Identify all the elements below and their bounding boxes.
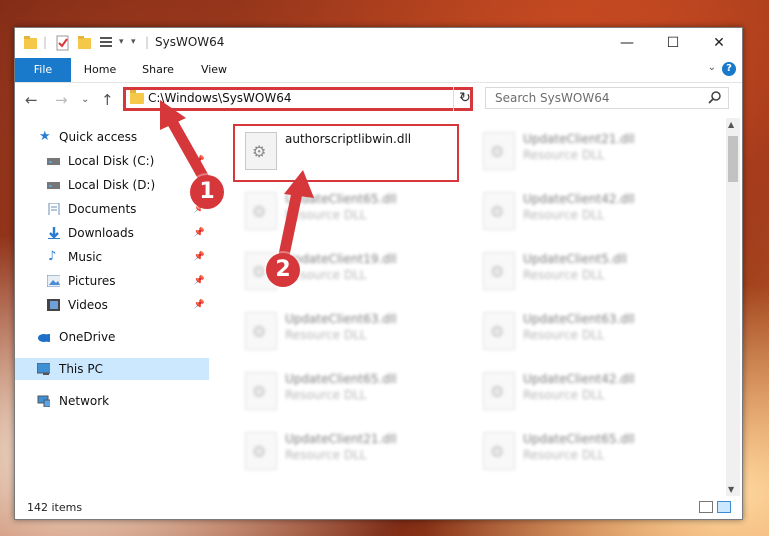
annotation-arrows (160, 100, 314, 261)
step-1-badge: 1 (190, 175, 224, 209)
arrow-head (284, 170, 314, 198)
step-2-badge: 2 (266, 253, 300, 287)
